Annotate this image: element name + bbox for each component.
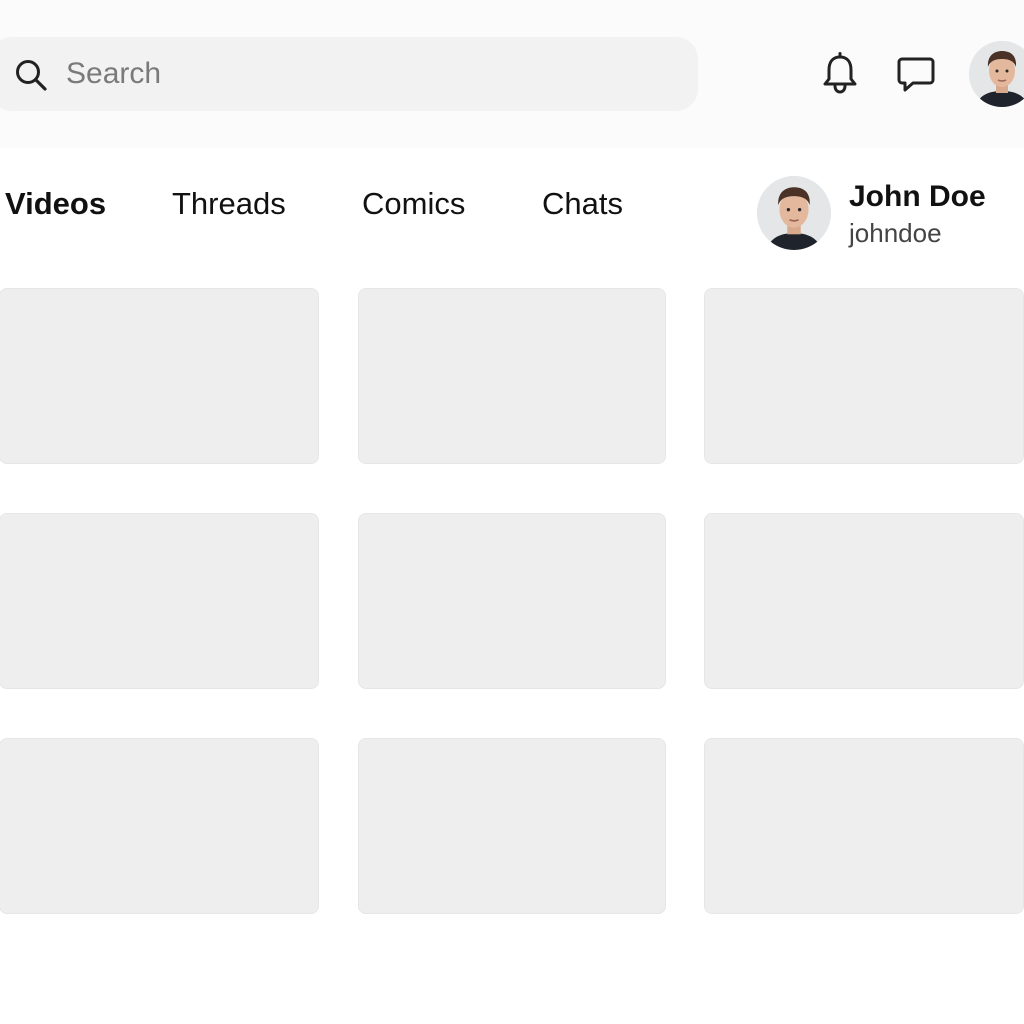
content-card[interactable] [704, 513, 1024, 689]
search-input[interactable] [66, 37, 666, 111]
avatar-face-icon [757, 176, 831, 250]
bell-icon[interactable] [820, 52, 860, 94]
tab-comics[interactable]: Comics [362, 186, 465, 222]
content-card[interactable] [358, 513, 666, 689]
avatar-face-icon [969, 41, 1024, 107]
profile-avatar[interactable] [757, 176, 831, 250]
app-page: Videos Threads Comics Chats John Doe joh… [0, 0, 1024, 1024]
content-card[interactable] [0, 738, 319, 914]
content-card[interactable] [358, 288, 666, 464]
profile-handle: johndoe [849, 218, 942, 248]
top-bar [0, 0, 1024, 148]
content-card[interactable] [704, 288, 1024, 464]
content-card[interactable] [0, 513, 319, 689]
chat-bubble-icon[interactable] [896, 54, 936, 96]
avatar[interactable] [969, 41, 1024, 107]
content-card[interactable] [0, 288, 319, 464]
search-bar[interactable] [0, 37, 698, 111]
content-card[interactable] [704, 738, 1024, 914]
tab-threads[interactable]: Threads [172, 186, 286, 222]
tab-chats[interactable]: Chats [542, 186, 623, 222]
tab-videos[interactable]: Videos [5, 186, 106, 222]
profile-name: John Doe [849, 180, 986, 213]
content-card[interactable] [358, 738, 666, 914]
search-icon [16, 60, 47, 91]
